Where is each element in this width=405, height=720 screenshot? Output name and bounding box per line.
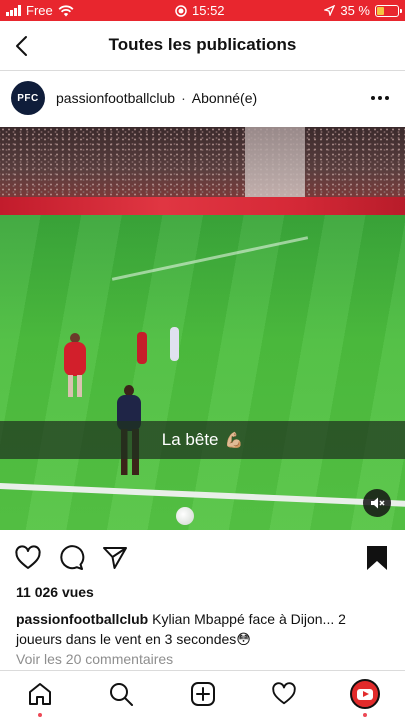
top-header: Toutes les publications [0, 21, 405, 71]
post-username[interactable]: passionfootballclub [56, 90, 175, 106]
carrier-label: Free [26, 3, 53, 18]
heart-icon [15, 545, 41, 569]
caption-username[interactable]: passionfootballclub [16, 611, 148, 627]
home-notification-dot [38, 713, 42, 717]
nav-search[interactable] [106, 679, 136, 709]
recording-icon [175, 4, 187, 17]
video-caption-band: La bête 💪🏼 [0, 421, 405, 459]
player-red-distant [137, 332, 147, 364]
nav-profile[interactable] [350, 679, 380, 717]
avatar[interactable]: PFC [11, 81, 45, 115]
save-button[interactable] [363, 544, 391, 572]
play-icon [357, 688, 373, 700]
search-icon [110, 683, 133, 706]
stadium-stands [0, 127, 405, 199]
location-icon [324, 5, 336, 16]
flexed-biceps-emoji: 💪🏼 [224, 432, 244, 449]
separator-dot: · [181, 90, 186, 106]
status-bar: Free 15:52 35 % [0, 0, 405, 21]
player-red-legs [68, 375, 82, 397]
clock: 15:52 [192, 3, 225, 18]
send-icon [103, 547, 127, 569]
activity-heart-icon [272, 682, 296, 705]
player-white-distant [170, 327, 179, 361]
nav-new-post[interactable] [188, 679, 218, 709]
profile-avatar [350, 679, 380, 709]
battery-percent: 35 % [340, 3, 370, 18]
post-caption: passionfootballclub Kylian Mbappé face à… [16, 609, 394, 649]
stadium-stairs [245, 127, 305, 199]
post-header: PFC passionfootballclub · Abonné(e) [0, 72, 405, 126]
post-author: passionfootballclub · Abonné(e) [56, 90, 257, 106]
advertising-boards [0, 197, 405, 215]
battery-icon [375, 4, 402, 17]
share-button[interactable] [101, 544, 129, 572]
player-red [64, 342, 86, 376]
nav-home[interactable] [25, 679, 55, 717]
avatar-logo-text: PFC [17, 92, 39, 104]
follow-status[interactable]: Abonné(e) [192, 90, 257, 106]
post-video[interactable]: La bête 💪🏼 [0, 127, 405, 530]
post-actions [0, 540, 405, 576]
comment-button[interactable] [57, 544, 85, 572]
wifi-icon [58, 4, 74, 16]
page-title: Toutes les publications [108, 35, 297, 54]
nav-activity[interactable] [269, 679, 299, 709]
status-left: Free [6, 3, 74, 18]
video-caption-text: La bête [161, 430, 219, 449]
profile-notification-dot [363, 713, 367, 717]
bookmark-filled-icon [367, 546, 387, 570]
football [176, 507, 194, 525]
like-button[interactable] [14, 544, 42, 572]
status-center: 15:52 [175, 3, 225, 18]
view-all-comments-link[interactable]: Voir les 20 commentaires [16, 651, 173, 667]
mute-button[interactable] [363, 489, 391, 517]
home-icon [29, 683, 51, 705]
status-right: 35 % [324, 3, 402, 18]
bottom-navigation [0, 670, 405, 720]
new-post-icon [191, 682, 215, 706]
more-horizontal-icon [371, 96, 375, 100]
comment-icon [60, 545, 85, 570]
football-pitch [0, 215, 405, 530]
view-count: 11 026 vues [16, 584, 94, 600]
signal-icon [6, 5, 21, 16]
speaker-muted-icon [371, 497, 385, 509]
more-options-button[interactable] [371, 90, 389, 106]
